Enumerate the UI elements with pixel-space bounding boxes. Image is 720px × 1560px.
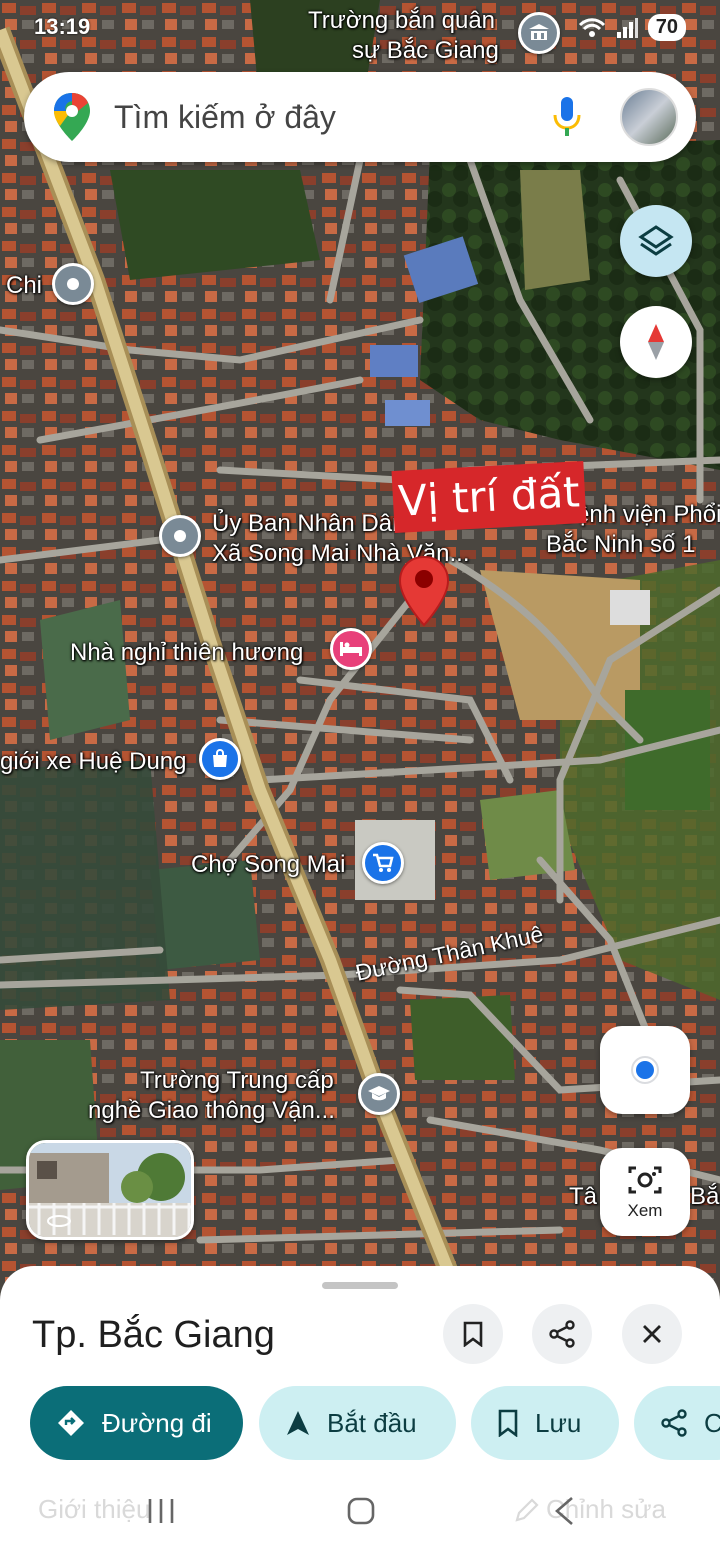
- poi-label-partial[interactable]: Tâ: [569, 1182, 597, 1212]
- red-location-marker-icon[interactable]: [398, 555, 450, 627]
- battery-indicator: 70: [647, 14, 686, 41]
- recent-apps-icon[interactable]: [146, 1496, 176, 1526]
- share-icon: [549, 1320, 575, 1348]
- bookmark-icon: [498, 1409, 518, 1437]
- compass-icon: [648, 324, 664, 360]
- start-navigation-button[interactable]: Bắt đầu: [259, 1386, 456, 1460]
- lens-view-button[interactable]: Xem: [600, 1148, 690, 1236]
- compass-button[interactable]: [620, 306, 692, 378]
- place-title: Tp. Bắc Giang: [32, 1314, 275, 1356]
- save-chip-button[interactable]: Lưu: [471, 1386, 619, 1460]
- street-view-image: [29, 1143, 191, 1237]
- start-label: Bắt đầu: [327, 1407, 417, 1438]
- poi-label-partial[interactable]: Bắc: [690, 1182, 720, 1212]
- street-view-thumbnail[interactable]: [26, 1140, 194, 1240]
- directions-icon: [58, 1410, 84, 1436]
- microphone-icon[interactable]: [552, 95, 582, 139]
- share-button[interactable]: [532, 1304, 592, 1364]
- school-cap-icon[interactable]: [358, 1073, 400, 1115]
- navigation-arrow-icon: [287, 1411, 309, 1435]
- save-label: Lưu: [535, 1407, 582, 1438]
- directions-button[interactable]: Đường đi: [30, 1386, 243, 1460]
- my-location-button[interactable]: [600, 1026, 690, 1114]
- search-bar[interactable]: Tìm kiếm ở đây: [24, 72, 696, 162]
- save-button[interactable]: [443, 1304, 503, 1364]
- poi-label-military-school[interactable]: Trường bắn quân sự Bắc Giang: [308, 6, 499, 66]
- my-location-dot-icon: [631, 1056, 659, 1084]
- camera-lens-icon: [628, 1166, 662, 1194]
- place-bottom-sheet[interactable]: Tp. Bắc Giang Đường đi Bắt đầu Lưu C Giớ…: [0, 1266, 720, 1560]
- drag-handle[interactable]: [322, 1282, 398, 1289]
- bookmark-icon: [463, 1321, 483, 1347]
- signal-icon: [616, 17, 638, 38]
- land-location-label: Vị trí đất: [391, 461, 587, 533]
- poi-line: Trường bắn quân: [308, 7, 496, 34]
- wifi-icon: [578, 17, 605, 37]
- close-button[interactable]: [622, 1304, 682, 1364]
- share-icon: [661, 1409, 687, 1437]
- place-pin-icon[interactable]: [159, 515, 201, 557]
- layers-icon: [638, 225, 674, 256]
- poi-label-song-mai-market[interactable]: Chợ Song Mai: [191, 850, 345, 880]
- share-label: C: [704, 1407, 720, 1438]
- poi-label-chi[interactable]: Chi: [6, 271, 42, 301]
- directions-label: Đường đi: [102, 1407, 212, 1438]
- shopping-bag-icon[interactable]: [199, 738, 241, 780]
- poi-label-vocational-school[interactable]: Trường Trung cấp nghề Giao thông Vận...: [88, 1066, 335, 1126]
- avatar[interactable]: [620, 88, 678, 146]
- status-icons: 70: [578, 14, 686, 41]
- poi-line: nghề Giao thông Vận...: [88, 1097, 335, 1124]
- back-icon[interactable]: [552, 1496, 576, 1526]
- poi-label-motorbike-dealer[interactable]: giới xe Huệ Dung: [0, 747, 187, 777]
- hotel-bed-icon[interactable]: [330, 628, 372, 670]
- status-time: 13:19: [34, 14, 91, 39]
- poi-line: sự Bắc Giang: [352, 37, 499, 64]
- tab-edit[interactable]: Chỉnh sửa: [514, 1494, 666, 1525]
- lens-label: Xem: [627, 1201, 663, 1220]
- layers-button[interactable]: [620, 205, 692, 277]
- poi-line: Trường Trung cấp: [140, 1067, 334, 1094]
- pencil-icon: [515, 1497, 539, 1522]
- home-icon[interactable]: [346, 1496, 376, 1526]
- google-maps-logo-icon: [54, 93, 90, 141]
- military-school-pin-icon[interactable]: [518, 12, 560, 54]
- shopping-cart-icon[interactable]: [362, 842, 404, 884]
- close-icon: [643, 1325, 661, 1343]
- poi-label-guesthouse[interactable]: Nhà nghỉ thiên hương: [70, 638, 303, 668]
- tab-intro[interactable]: Giới thiệu: [38, 1494, 150, 1525]
- search-input[interactable]: Tìm kiếm ở đây: [114, 99, 552, 136]
- place-pin-icon[interactable]: [52, 263, 94, 305]
- share-chip-button[interactable]: C: [634, 1386, 720, 1460]
- poi-line: Bắc Ninh số 1: [546, 531, 696, 558]
